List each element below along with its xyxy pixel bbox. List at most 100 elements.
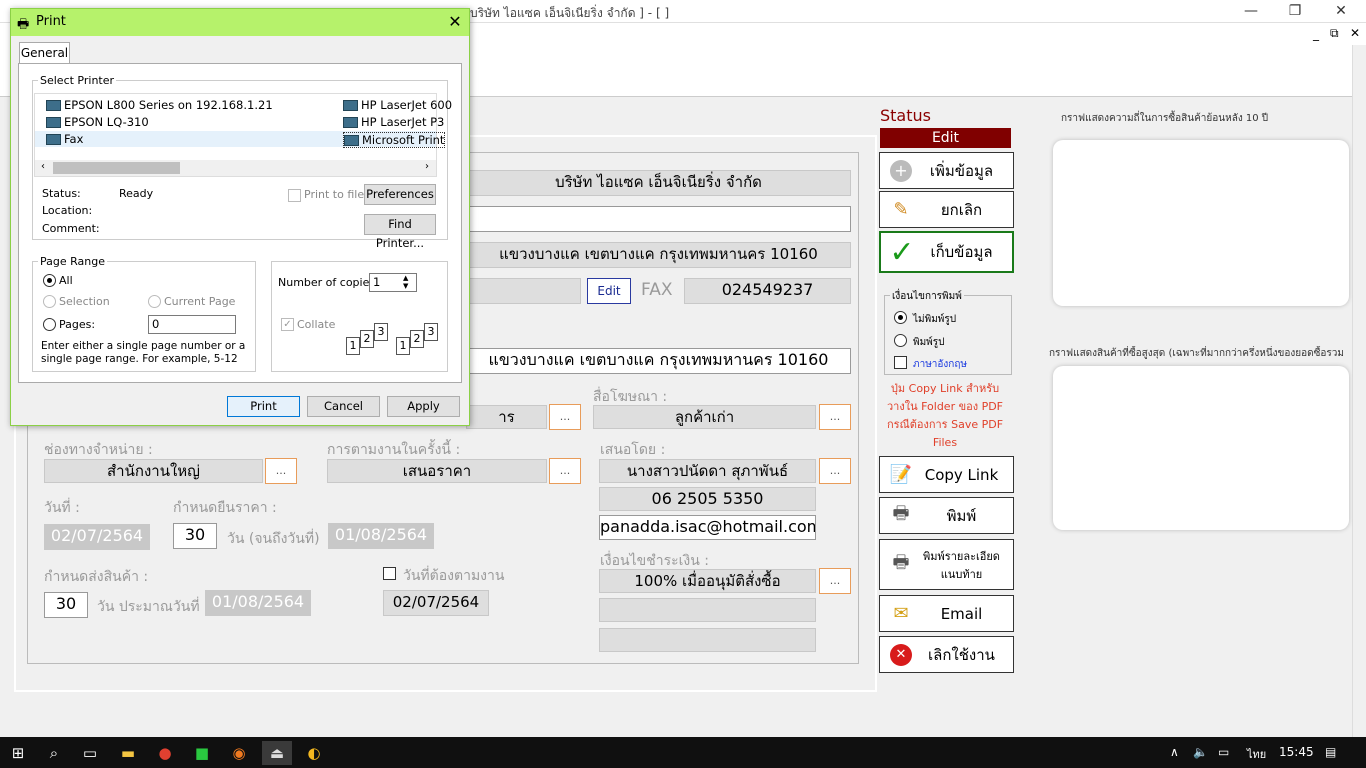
proposer-email-field[interactable]: panadda.isac@hotmail.com (599, 515, 816, 540)
copies-input[interactable]: 1 (369, 273, 417, 292)
language-indicator[interactable]: ไทย (1247, 745, 1266, 763)
windows-start-icon[interactable]: ⊞ (6, 741, 30, 765)
proposer-name-field[interactable]: นางสาวปนัดดา สุภาพันธ์ (599, 459, 816, 483)
collate-page-icon: 1 (396, 337, 410, 355)
delivery-days-input[interactable]: 30 (44, 592, 88, 618)
print-dialog-titlebar[interactable]: 🖶 Print ✕ (11, 9, 469, 36)
media-field[interactable]: ลูกค้าเก่า (593, 405, 816, 429)
email-button[interactable]: ✉ Email (879, 595, 1014, 632)
mdi-close-icon[interactable]: ✕ (1350, 26, 1360, 40)
print-options-title: เงื่อนไขการพิมพ์ (890, 289, 964, 304)
top-products-chart-panel (1053, 366, 1349, 530)
printer-list-scrollbar[interactable]: ‹ › (35, 160, 436, 176)
close-icon[interactable]: ✕ (1318, 0, 1364, 23)
print-button[interactable]: 🖶 พิมพ์ (879, 497, 1014, 534)
exit-button[interactable]: ✕ เลิกใช้งาน (879, 636, 1014, 673)
chrome-icon[interactable]: ● (153, 741, 177, 765)
date-field[interactable]: 02/07/2564 (44, 524, 150, 550)
fax-field[interactable]: 024549237 (684, 278, 851, 304)
collate-checkbox[interactable]: ✓ (281, 318, 294, 331)
copies-spinner-icon[interactable]: ▲ ▼ (403, 274, 408, 290)
close-icon[interactable]: ✕ (444, 11, 466, 33)
pages-input[interactable]: 0 (148, 315, 236, 334)
restore-icon[interactable]: ❐ (1272, 0, 1318, 23)
copy-link-label: Copy Link (924, 465, 999, 484)
mdi-minimize-icon[interactable]: _ (1313, 27, 1319, 41)
payment-lookup-button[interactable]: ... (819, 568, 851, 594)
plus-icon: + (886, 157, 916, 185)
no-image-radio[interactable] (894, 311, 907, 324)
channel-lookup-button[interactable]: ... (265, 458, 297, 484)
volume-icon[interactable]: 🔈 (1193, 745, 1208, 759)
range-current-radio[interactable] (148, 295, 161, 308)
followup-lookup-button[interactable]: ... (549, 458, 581, 484)
validity-until-field[interactable]: 01/08/2564 (328, 523, 434, 549)
delivery-address-field[interactable]: แขวงบางแค เขตบางแค กรุงเทพมหานคร 10160 (466, 348, 851, 374)
minimize-icon[interactable]: — (1228, 0, 1274, 23)
proposer-lookup-button[interactable]: ... (819, 458, 851, 484)
file-explorer-icon[interactable]: ▬ (116, 741, 140, 765)
print-detail-button[interactable]: 🖶 พิมพ์รายละเอียด แนบท้าย (879, 539, 1014, 590)
followup-date-field[interactable]: 02/07/2564 (383, 590, 489, 616)
cancel-button[interactable]: Cancel (307, 396, 380, 417)
find-printer-button[interactable]: Find Printer... (364, 214, 436, 250)
task-view-icon[interactable]: ▭ (78, 741, 102, 765)
search-icon[interactable]: ⌕ (42, 741, 66, 765)
line-app-icon[interactable]: ■ (190, 741, 214, 765)
vertical-scrollbar[interactable] (1352, 45, 1366, 737)
copies-label: Number of copies: (278, 276, 379, 289)
active-app-icon[interactable]: ⏏ (262, 741, 292, 765)
media-lookup-button[interactable]: ... (819, 404, 851, 430)
network-icon[interactable]: ▭ (1218, 745, 1229, 759)
tab-general[interactable]: General (19, 42, 70, 64)
status-value: Ready (119, 187, 154, 200)
partial-lookup-button[interactable]: ... (549, 404, 581, 430)
followup-date-checkbox[interactable] (383, 567, 396, 580)
add-data-button[interactable]: + เพิ่มข้อมูล (879, 152, 1014, 189)
cancel-edit-button[interactable]: ✎ ยกเลิก (879, 191, 1014, 228)
payment-field[interactable]: 100% เมื่ออนุมัติสั่งซื้อ (599, 569, 816, 593)
printer-item-hp-p3[interactable]: HP LaserJet P3 (343, 115, 444, 129)
english-checkbox[interactable] (894, 356, 907, 369)
printer-item-epson-lq310[interactable]: EPSON LQ-310 (46, 115, 149, 129)
print-to-file-checkbox[interactable] (288, 189, 301, 202)
with-image-label: พิมพ์รูป (913, 337, 945, 348)
clock[interactable]: 15:45 (1279, 745, 1314, 759)
notification-icon[interactable]: ▤ (1325, 745, 1336, 759)
scrollbar-thumb[interactable] (53, 162, 180, 174)
copy-link-button[interactable]: 📝 Copy Link (879, 456, 1014, 493)
range-pages-radio[interactable] (43, 318, 56, 331)
tray-chevron-icon[interactable]: ∧ (1170, 745, 1179, 759)
scroll-right-icon[interactable]: › (425, 161, 429, 172)
validity-unit-label: วัน (จนถึงวันที่) (227, 531, 320, 547)
partial-field[interactable]: าร (466, 405, 547, 429)
scroll-left-icon[interactable]: ‹ (41, 161, 45, 172)
company-name-field[interactable]: บริษัท ไอแซค เอ็นจิเนียริ่ง จำกัด (466, 170, 851, 196)
printer-item-label: HP LaserJet P3 (361, 115, 445, 129)
apply-button[interactable]: Apply (387, 396, 460, 417)
with-image-radio[interactable] (894, 334, 907, 347)
address-field[interactable]: แขวงบางแค เขตบางแค กรุงเทพมหานคร 10160 (466, 242, 851, 268)
payment-extra-field-1[interactable] (599, 598, 816, 622)
range-selection-radio[interactable] (43, 295, 56, 308)
browser-app-icon[interactable]: ◉ (227, 741, 251, 765)
edit-phone-button[interactable]: Edit (587, 278, 631, 304)
printer-item-microsoft-print[interactable]: Microsoft Print (343, 132, 446, 148)
save-data-button[interactable]: ✓ เก็บข้อมูล (879, 231, 1014, 273)
printer-item-hp-600[interactable]: HP LaserJet 600 (343, 98, 452, 112)
preferences-button[interactable]: Preferences (364, 184, 436, 205)
mdi-restore-icon[interactable]: ⧉ (1330, 26, 1339, 41)
range-all-radio[interactable] (43, 274, 56, 287)
phone-field[interactable] (466, 278, 581, 304)
payment-extra-field-2[interactable] (599, 628, 816, 652)
proposer-phone-field[interactable]: 06 2505 5350 (599, 487, 816, 511)
company-extra-field[interactable] (466, 206, 851, 232)
channel-field[interactable]: สำนักงานใหญ่ (44, 459, 263, 483)
app-icon[interactable]: ◐ (302, 741, 326, 765)
print-submit-button[interactable]: Print (227, 396, 300, 417)
followup-field[interactable]: เสนอราคา (327, 459, 547, 483)
printer-item-label: EPSON L800 Series on 192.168.1.21 (64, 98, 273, 112)
validity-days-input[interactable]: 30 (173, 523, 217, 549)
printer-item-epson-l800[interactable]: EPSON L800 Series on 192.168.1.21 (46, 98, 273, 112)
delivery-date-field[interactable]: 01/08/2564 (205, 590, 311, 616)
